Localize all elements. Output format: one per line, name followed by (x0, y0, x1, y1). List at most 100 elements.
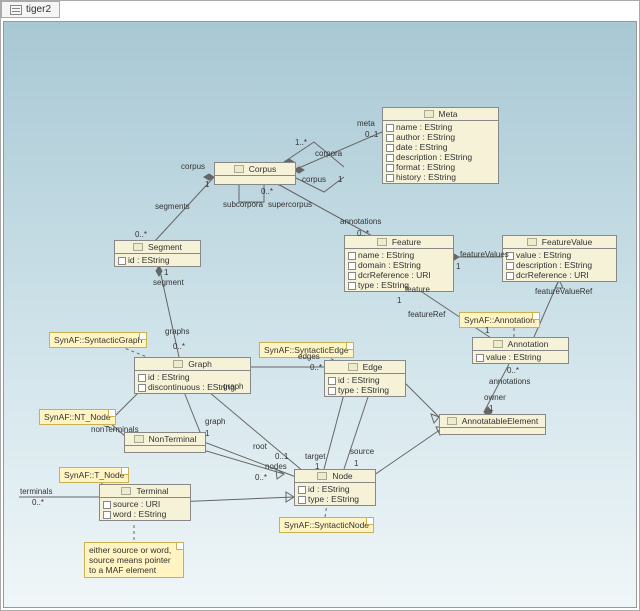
label-zs4: 0..* (309, 363, 323, 372)
class-icon (234, 165, 244, 173)
class-nonterminal[interactable]: NonTerminal (124, 432, 206, 453)
attrs-meta: name : EStringauthor : EStringdate : ESt… (383, 121, 498, 183)
attrs-node: id : EStringtype : EString (295, 483, 375, 505)
attr: domain : EString (348, 260, 450, 270)
label-edges: edges (297, 352, 321, 361)
attrs-edge: id : EStringtype : EString (325, 374, 405, 396)
label-graph: graph (222, 382, 244, 391)
label-1s: 1..* (294, 138, 308, 147)
label-zs1: 0..* (134, 230, 148, 239)
class-annotation[interactable]: Annotation value : EString (472, 337, 569, 364)
label-zs-nodes: 0..* (254, 473, 268, 482)
label-one-feat: 1 (396, 296, 402, 305)
attr: id : EString (328, 375, 402, 385)
attr: type : EString (298, 494, 372, 504)
attr: value : EString (476, 352, 565, 362)
attr: value : EString (506, 250, 613, 260)
grid-icon (10, 5, 22, 15)
label-nodes: nodes (264, 462, 288, 471)
attr: id : EString (298, 484, 372, 494)
class-segment[interactable]: Segment id : EString (114, 240, 201, 267)
class-feature[interactable]: Feature name : EStringdomain : EStringdc… (344, 235, 454, 292)
label-zs2: 0..* (356, 229, 370, 238)
label-zs3: 0..* (172, 342, 186, 351)
label-meta: meta (356, 119, 376, 128)
label-one3: 1 (163, 268, 169, 277)
label-supercorpus: supercorpus (267, 200, 313, 209)
label-one-source: 1 (353, 459, 359, 468)
label-corpus2: corpus (180, 162, 206, 171)
attr: type : EString (348, 280, 450, 290)
label-owner: owner (483, 393, 507, 402)
label-annotations: annotations (339, 217, 382, 226)
label-featurevalueref: featureValueRef (534, 287, 593, 296)
note-synaf-ntnode: SynAF::NT_Node (39, 409, 116, 425)
class-annotatable[interactable]: AnnotatableElement (439, 414, 546, 435)
attr: type : EString (328, 385, 402, 395)
class-terminal[interactable]: Terminal source : URIword : EString (99, 484, 191, 521)
class-icon (377, 238, 387, 246)
class-meta[interactable]: Meta name : EStringauthor : EStringdate … (382, 107, 499, 184)
note-synaf-annot: SynAF::Annotation (459, 312, 540, 328)
attrs-annotation: value : EString (473, 351, 568, 363)
class-icon (424, 110, 434, 118)
attrs-segment: id : EString (115, 254, 200, 266)
label-graph2: graph (204, 417, 226, 426)
label-one-target: 1 (314, 462, 320, 471)
label-source: source (349, 447, 375, 456)
tab-tiger2[interactable]: tiger2 (1, 1, 60, 18)
class-icon (447, 417, 457, 425)
label-r01: 0..1 (274, 452, 289, 461)
label-one-fv: 1 (455, 262, 461, 271)
label-annotations2: annotations (488, 377, 531, 386)
label-zs5: 0..* (31, 498, 45, 507)
label-nonterminals: nonTerminals (90, 425, 140, 434)
label-subcorpora: subcorpora (222, 200, 264, 209)
label-feature: feature (404, 285, 431, 294)
label-graphs: graphs (164, 327, 190, 336)
label-featureref: featureRef (407, 310, 446, 319)
class-featurevalue[interactable]: FeatureValue value : EStringdescription … (502, 235, 617, 282)
class-node[interactable]: Node id : EStringtype : EString (294, 469, 376, 506)
attr: name : EString (348, 250, 450, 260)
label-segments: segments (154, 202, 191, 211)
attr: description : EString (386, 152, 495, 162)
attrs-terminal: source : URIword : EString (100, 498, 190, 520)
attr: word : EString (103, 509, 187, 519)
class-icon (527, 238, 537, 246)
label-featurevalues: featureValues (459, 250, 510, 259)
attr: source : URI (103, 499, 187, 509)
label-one: 1 (337, 175, 343, 184)
attr: history : EString (386, 172, 495, 182)
attr: name : EString (386, 122, 495, 132)
attr: dcrReference : URI (348, 270, 450, 280)
attr: format : EString (386, 162, 495, 172)
attrs-feature: name : EStringdomain : EStringdcrReferen… (345, 249, 453, 291)
attr: dcrReference : URI (506, 270, 613, 280)
attr: id : EString (118, 255, 197, 265)
attr: id : EString (138, 372, 247, 382)
note-synaf-graph: SynAF::SyntacticGraph (49, 332, 147, 348)
label-one-graph: 1 (204, 429, 210, 438)
window: tiger2 (0, 0, 640, 611)
class-icon (133, 243, 143, 251)
class-edge[interactable]: Edge id : EStringtype : EString (324, 360, 406, 397)
label-corpora: corpora (314, 149, 343, 158)
label-one2: 1 (204, 180, 210, 189)
class-icon (317, 472, 327, 480)
attr: author : EString (386, 132, 495, 142)
label-corpus: corpus (301, 175, 327, 184)
class-icon (121, 487, 131, 495)
label-target: target (304, 452, 326, 461)
class-icon (134, 435, 144, 443)
class-icon (493, 340, 503, 348)
attr: description : EString (506, 260, 613, 270)
label-one-owner: 1 (488, 404, 494, 413)
note-synaf-tnode: SynAF::T_Node (59, 467, 129, 483)
class-corpus[interactable]: Corpus (214, 162, 296, 185)
label-terminals: terminals (19, 487, 53, 496)
label-01: 0..1 (364, 130, 379, 139)
label-segment: segment (152, 278, 185, 287)
canvas[interactable]: Meta name : EStringauthor : EStringdate … (3, 21, 637, 608)
label-zs-ann: 0..* (506, 366, 520, 375)
